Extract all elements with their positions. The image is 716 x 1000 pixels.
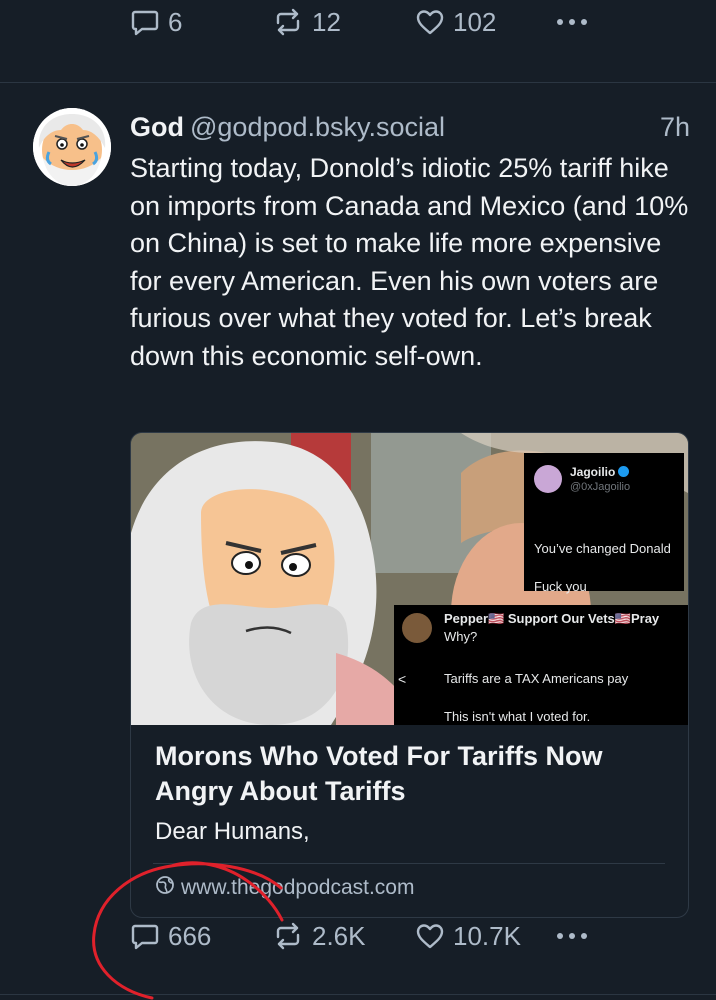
reply-count: 6 [168,6,183,37]
card-url[interactable]: www.thegodpodcast.com [155,875,414,901]
tweet-text-line: Fuck you [534,579,587,594]
post-timestamp[interactable]: 7h [660,110,690,144]
more-icon [554,921,590,951]
post-divider [0,82,716,83]
like-count: 10.7K [453,920,521,951]
card-title: Morons Who Voted For Tariffs Now Angry A… [155,741,603,806]
like-count: 102 [453,6,497,37]
tweet-name: Jagoilio [570,465,616,479]
repost-button[interactable]: 12 [272,7,341,38]
card-description: Dear Humans, [155,818,310,845]
like-icon [415,921,445,951]
avatar[interactable] [33,108,111,186]
tweet-handle: @0xJagoilio [570,481,631,493]
post-header: God @godpod.bsky.social 7h [130,110,690,144]
repost-icon [272,921,304,951]
like-button[interactable]: 102 [415,7,496,38]
tweet-avatar [402,613,432,643]
more-options-button[interactable] [554,7,590,37]
more-icon [554,7,590,37]
reply-icon [130,7,160,37]
embedded-tweet-pepper: Pepper🇺🇸 Support Our Vets🇺🇸Pray Why? < T… [394,605,688,725]
globe-icon [155,875,175,901]
card-thumbnail: Jagoilio @0xJagoilio You’ve changed Dona… [131,433,688,725]
tweet-text-line: Tariffs are a TAX Americans pay [444,671,629,686]
repost-count: 2.6K [312,920,366,951]
link-card[interactable]: Jagoilio @0xJagoilio You’ve changed Dona… [130,432,689,918]
card-url-text: www.thegodpodcast.com [181,876,415,899]
tweet-avatar [534,465,562,493]
post-divider-bottom [0,994,716,995]
like-icon [415,7,445,37]
card-divider [153,863,665,864]
verified-icon [618,466,630,477]
repost-icon [272,7,304,37]
embedded-tweet-jagoilio: Jagoilio @0xJagoilio You’ve changed Dona… [524,453,684,594]
repost-button[interactable]: 2.6K [272,921,366,952]
reply-button[interactable]: 666 [130,921,211,952]
user-handle[interactable]: @godpod.bsky.social [190,112,445,142]
reply-icon [130,921,160,951]
tweet-text-line: You’ve changed Donald [534,541,671,556]
feed: 6 12 102 God @godpod.bsky.social 7h Star… [0,0,716,1000]
reply-count: 666 [168,920,212,951]
chevron-left-icon: < [398,671,407,687]
more-options-button[interactable] [554,921,590,951]
reply-button[interactable]: 6 [130,7,182,38]
post-text: Starting today, Donold’s idiotic 25% tar… [130,153,689,371]
tweet-text-line: This isn't what I voted for. [444,709,591,724]
like-button[interactable]: 10.7K [415,921,521,952]
tweet-text-line: Why? [444,629,478,644]
tweet-name: Pepper🇺🇸 Support Our Vets🇺🇸Pray [444,611,660,626]
display-name[interactable]: God [130,112,184,142]
repost-count: 12 [312,6,341,37]
